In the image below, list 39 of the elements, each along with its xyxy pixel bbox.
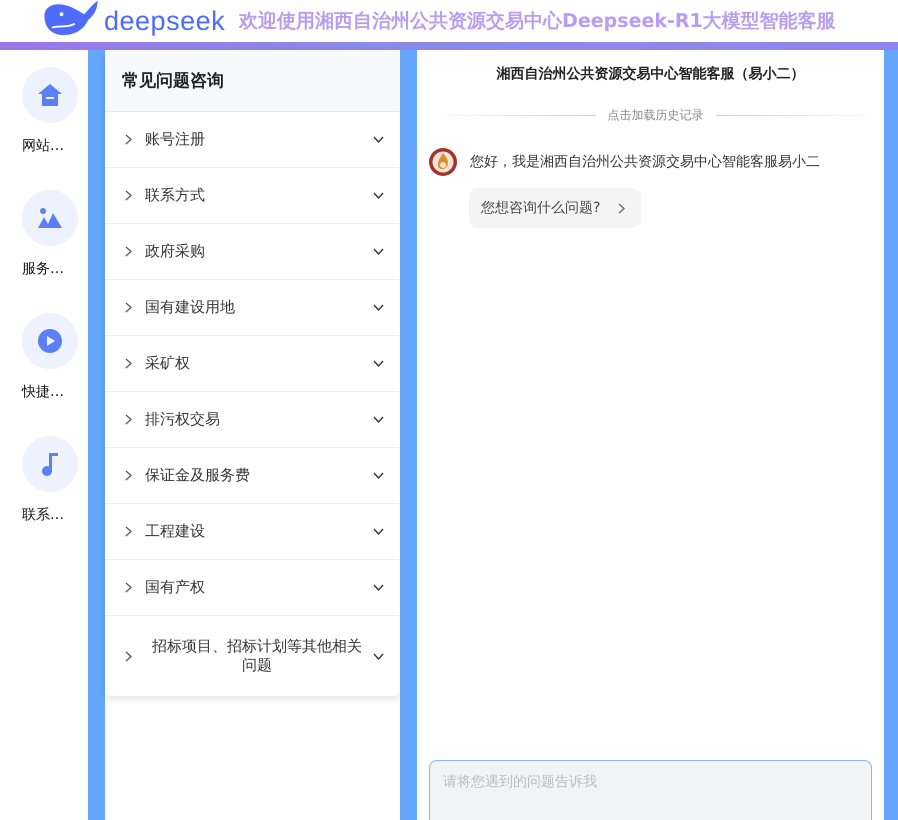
- emblem-icon: [429, 148, 457, 176]
- nav-label[interactable]: 联系…: [22, 506, 88, 524]
- chevron-right-icon: [125, 470, 132, 481]
- music-note-icon: [41, 452, 59, 476]
- chevron-down-icon: [373, 528, 384, 535]
- chevron-right-icon: [618, 202, 626, 214]
- chevron-right-icon: [125, 190, 132, 201]
- chevron-right-icon: [125, 526, 132, 537]
- page-title: 欢迎使用湘西自治州公共资源交易中心Deepseek-R1大模型智能客服: [239, 9, 836, 34]
- load-history-link[interactable]: 点击加载历史记录: [608, 107, 704, 124]
- logo-text: deepseek: [104, 6, 226, 36]
- mountain-icon: [37, 207, 63, 229]
- bot-message: 您好，我是湘西自治州公共资源交易中心智能客服易小二: [470, 153, 820, 171]
- nav-label[interactable]: 快捷…: [22, 383, 88, 401]
- chevron-down-icon: [373, 652, 384, 660]
- nav-label[interactable]: 网站…: [22, 137, 88, 155]
- chat-title: 湘西自治州公共资源交易中心智能客服（易小二）: [496, 65, 806, 83]
- chevron-right-icon: [125, 134, 132, 145]
- message-input[interactable]: 请将您遇到的问题告诉我: [429, 760, 872, 820]
- chevron-down-icon: [373, 584, 384, 591]
- chevron-right-icon: [125, 358, 132, 369]
- suggestion-button[interactable]: 您想咨询什么问题?: [469, 188, 642, 228]
- chevron-right-icon: [125, 302, 132, 313]
- chevron-right-icon: [125, 414, 132, 425]
- chevron-down-icon: [373, 360, 384, 367]
- chevron-down-icon: [373, 192, 384, 199]
- chevron-down-icon: [373, 472, 384, 479]
- chevron-right-icon: [125, 246, 132, 257]
- chevron-right-icon: [125, 650, 132, 662]
- faq-item[interactable]: 招标项目、招标计划等其他相关问题: [105, 616, 400, 696]
- home-icon: [37, 83, 63, 107]
- nav-label[interactable]: 服务…: [22, 260, 88, 278]
- faq-title: 常见问题咨询: [122, 70, 224, 92]
- chevron-right-icon: [125, 582, 132, 593]
- play-icon: [38, 329, 62, 353]
- chevron-down-icon: [373, 248, 384, 255]
- chevron-down-icon: [373, 416, 384, 423]
- chevron-down-icon: [373, 136, 384, 143]
- chevron-down-icon: [373, 304, 384, 311]
